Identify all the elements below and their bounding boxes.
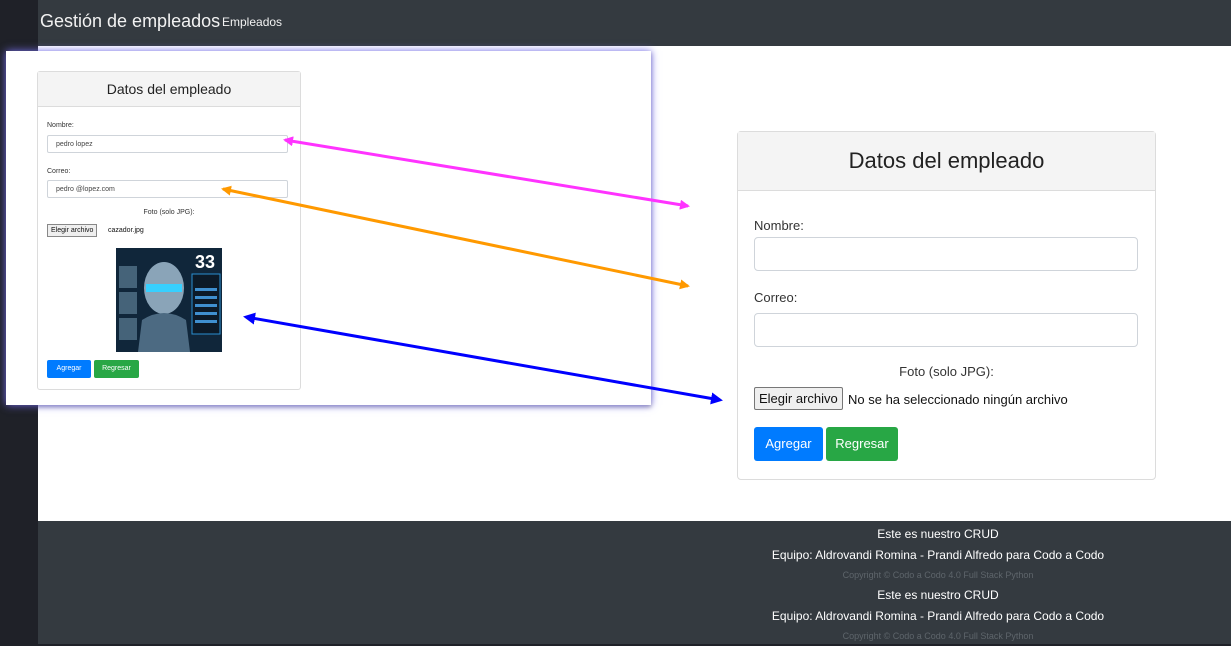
small-regresar-button[interactable]: Regresar (94, 360, 139, 378)
footer-line-2: Equipo: Aldrovandi Romina - Prandi Alfre… (771, 548, 1105, 562)
footer-copyright: Copyright © Codo a Codo 4.0 Full Stack P… (842, 570, 1034, 580)
correo-input[interactable] (754, 313, 1138, 347)
footer-line-2-repeat: Equipo: Aldrovandi Romina - Prandi Alfre… (771, 609, 1105, 623)
foto-label: Foto (solo JPG): (899, 364, 994, 379)
small-nombre-input[interactable]: pedro lopez (47, 135, 288, 153)
small-agregar-button[interactable]: Agregar (47, 360, 91, 378)
footer-line-1-repeat: Este es nuestro CRUD (877, 588, 999, 602)
small-foto-label: Foto (solo JPG): (143, 209, 195, 216)
footer: Este es nuestro CRUD Equipo: Aldrovandi … (38, 521, 1231, 644)
agregar-button[interactable]: Agregar (754, 427, 823, 461)
photo-number-text: 33 (195, 252, 215, 272)
navbar: Gestión de empleados Empleados (38, 0, 1231, 46)
footer-line-1: Este es nuestro CRUD (877, 527, 999, 541)
small-file-name: cazador.jpg (108, 227, 144, 234)
correo-label: Correo: (754, 290, 798, 305)
employee-card: Datos del empleado Nombre: Correo: Foto … (737, 131, 1156, 480)
file-name: No se ha seleccionado ningún archivo (848, 392, 1068, 407)
filled-form-screenshot: Datos del empleado Nombre: pedro lopez C… (6, 51, 651, 405)
nav-link-empleados[interactable]: Empleados (222, 15, 282, 29)
footer-copyright-repeat: Copyright © Codo a Codo 4.0 Full Stack P… (842, 631, 1034, 641)
nombre-label: Nombre: (754, 218, 804, 233)
small-employee-card: Datos del empleado Nombre: pedro lopez C… (37, 71, 301, 390)
small-correo-label: Correo: (47, 168, 71, 175)
employee-photo-preview: 33 (116, 248, 222, 352)
photo-artwork: 33 (116, 248, 222, 352)
card-title: Datos del empleado (738, 132, 1155, 191)
small-card-title: Datos del empleado (38, 72, 300, 107)
regresar-button[interactable]: Regresar (826, 427, 898, 461)
navbar-brand[interactable]: Gestión de empleados (40, 11, 220, 32)
small-correo-input[interactable]: pedro @lopez.com (47, 180, 288, 198)
small-nombre-label: Nombre: (47, 122, 74, 129)
nombre-input[interactable] (754, 237, 1138, 271)
file-button[interactable]: Elegir archivo (754, 387, 843, 410)
small-file-button[interactable]: Elegir archivo (47, 224, 98, 237)
